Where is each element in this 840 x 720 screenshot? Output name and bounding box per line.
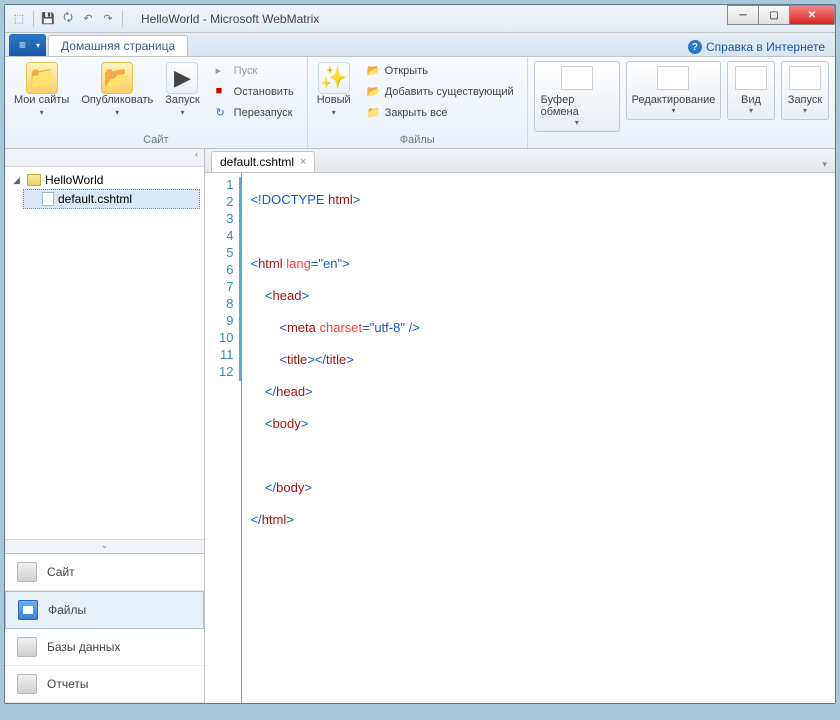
- nav-files[interactable]: Файлы: [5, 591, 204, 629]
- nav-panes: Сайт Файлы Базы данных Отчеты: [5, 553, 204, 703]
- stop-button[interactable]: ■ Остановить: [209, 82, 301, 102]
- nav-site[interactable]: Сайт: [5, 554, 204, 591]
- sidebar: ‹ ◢ HelloWorld default.cshtml ⌄ Сайт: [5, 149, 205, 703]
- restart-button[interactable]: ↻ Перезапуск: [209, 103, 301, 123]
- clipboard-panel-button[interactable]: Буфер обмена ▾: [534, 61, 620, 132]
- chevron-down-icon: ▾: [40, 108, 44, 117]
- play-icon: ▶: [166, 62, 198, 94]
- redo-icon[interactable]: ↷: [100, 11, 116, 27]
- chevron-down-icon: ▾: [180, 108, 184, 117]
- folder-open-icon: 📂: [367, 64, 381, 78]
- database-icon: [17, 637, 37, 657]
- chevron-down-icon: ▾: [575, 118, 579, 127]
- home-icon: [17, 562, 37, 582]
- quick-access-toolbar: ⬚ 💾 🗘 ↶ ↷: [5, 11, 131, 27]
- blank-icon: [657, 66, 689, 90]
- window-title: HelloWorld - Microsoft WebMatrix: [141, 12, 319, 26]
- add-existing-button[interactable]: 📂 Добавить существующий: [360, 82, 521, 102]
- ribbon: 📁 Мои сайты ▾ 📂 Опубликовать ▾ ▶ Запуск …: [5, 57, 835, 149]
- help-icon: ?: [688, 40, 702, 54]
- folder-close-icon: 📁: [367, 106, 381, 120]
- help-label: Справка в Интернете: [706, 40, 825, 54]
- chevron-down-icon: ▾: [749, 106, 753, 115]
- expander-icon[interactable]: ◢: [13, 175, 23, 186]
- tree-root[interactable]: ◢ HelloWorld: [9, 171, 200, 189]
- chevron-down-icon: ▾: [671, 106, 675, 115]
- minimize-button[interactable]: ─: [727, 5, 759, 25]
- app-window: ⬚ 💾 🗘 ↶ ↷ HelloWorld - Microsoft WebMatr…: [4, 4, 836, 704]
- ribbon-group-site: 📁 Мои сайты ▾ 📂 Опубликовать ▾ ▶ Запуск …: [5, 57, 308, 148]
- undo-icon[interactable]: ↶: [80, 11, 96, 27]
- view-panel-button[interactable]: Вид ▾: [727, 61, 775, 120]
- file-tree: ◢ HelloWorld default.cshtml: [5, 167, 204, 539]
- stop-icon: ■: [216, 85, 230, 99]
- code-editor[interactable]: 123456789101112 <!DOCTYPE html> <html la…: [205, 173, 835, 703]
- chevron-down-icon: ▾: [332, 108, 336, 117]
- run-button[interactable]: ▶ Запуск ▾: [160, 59, 204, 120]
- ribbon-tab-home[interactable]: Домашняя страница: [48, 35, 188, 56]
- editor-tab[interactable]: default.cshtml ×: [211, 151, 315, 172]
- nav-collapse-button[interactable]: ⌄: [5, 539, 204, 553]
- play-icon: ▸: [216, 64, 230, 78]
- blank-icon: [561, 66, 593, 90]
- new-button[interactable]: ✨ Новый ▾: [312, 59, 356, 120]
- folder-icon: 📁: [26, 62, 58, 94]
- editing-panel-button[interactable]: Редактирование ▾: [626, 61, 721, 120]
- line-gutter: 123456789101112: [205, 173, 242, 703]
- launch-panel-button[interactable]: Запуск ▾: [781, 61, 829, 120]
- publish-icon: 📂: [101, 62, 133, 94]
- publish-button[interactable]: 📂 Опубликовать ▾: [76, 59, 158, 120]
- open-button[interactable]: 📂 Открыть: [360, 61, 521, 81]
- maximize-button[interactable]: ▢: [758, 5, 790, 25]
- folder-icon: [27, 174, 41, 186]
- menu-icon: ≡: [19, 38, 26, 52]
- files-icon: [18, 600, 38, 620]
- chevron-down-icon: ▾: [115, 108, 119, 117]
- window-controls: ─ ▢ ✕: [728, 5, 835, 25]
- tree-file[interactable]: default.cshtml: [23, 189, 200, 209]
- ribbon-group-files: ✨ Новый ▾ 📂 Открыть 📂 Добавить существую…: [308, 57, 528, 148]
- ribbon-group-panels: Буфер обмена ▾ Редактирование ▾ Вид ▾ За…: [528, 57, 835, 148]
- chevron-down-icon: ▾: [803, 106, 807, 115]
- workspace: ‹ ◢ HelloWorld default.cshtml ⌄ Сайт: [5, 149, 835, 703]
- code-content[interactable]: <!DOCTYPE html> <html lang="en"> <head> …: [242, 173, 835, 703]
- ribbon-tabstrip: ≡ Домашняя страница ? Справка в Интернет…: [5, 33, 835, 57]
- editor-area: default.cshtml × ▾ 123456789101112 <!DOC…: [205, 149, 835, 703]
- sidebar-collapse-button[interactable]: ‹: [5, 149, 204, 167]
- tab-overflow-button[interactable]: ▾: [814, 157, 835, 172]
- tab-close-button[interactable]: ×: [300, 156, 306, 168]
- new-file-icon: ✨: [318, 62, 350, 94]
- editor-tabstrip: default.cshtml × ▾: [205, 149, 835, 173]
- help-link[interactable]: ? Справка в Интернете: [678, 38, 835, 56]
- start-button: ▸ Пуск: [209, 61, 301, 81]
- nav-reports[interactable]: Отчеты: [5, 666, 204, 703]
- chart-icon: [17, 674, 37, 694]
- qat-app-icon[interactable]: ⬚: [11, 11, 27, 27]
- folder-add-icon: 📂: [367, 85, 381, 99]
- save-icon[interactable]: 💾: [40, 11, 56, 27]
- file-menu-button[interactable]: ≡: [9, 34, 46, 56]
- refresh-icon[interactable]: 🗘: [60, 11, 76, 27]
- nav-databases[interactable]: Базы данных: [5, 629, 204, 666]
- blank-icon: [789, 66, 821, 90]
- restart-icon: ↻: [216, 106, 230, 120]
- close-button[interactable]: ✕: [789, 5, 835, 25]
- my-sites-button[interactable]: 📁 Мои сайты ▾: [9, 59, 74, 120]
- titlebar: ⬚ 💾 🗘 ↶ ↷ HelloWorld - Microsoft WebMatr…: [5, 5, 835, 33]
- blank-icon: [735, 66, 767, 90]
- close-all-button[interactable]: 📁 Закрыть все: [360, 103, 521, 123]
- file-icon: [42, 192, 54, 206]
